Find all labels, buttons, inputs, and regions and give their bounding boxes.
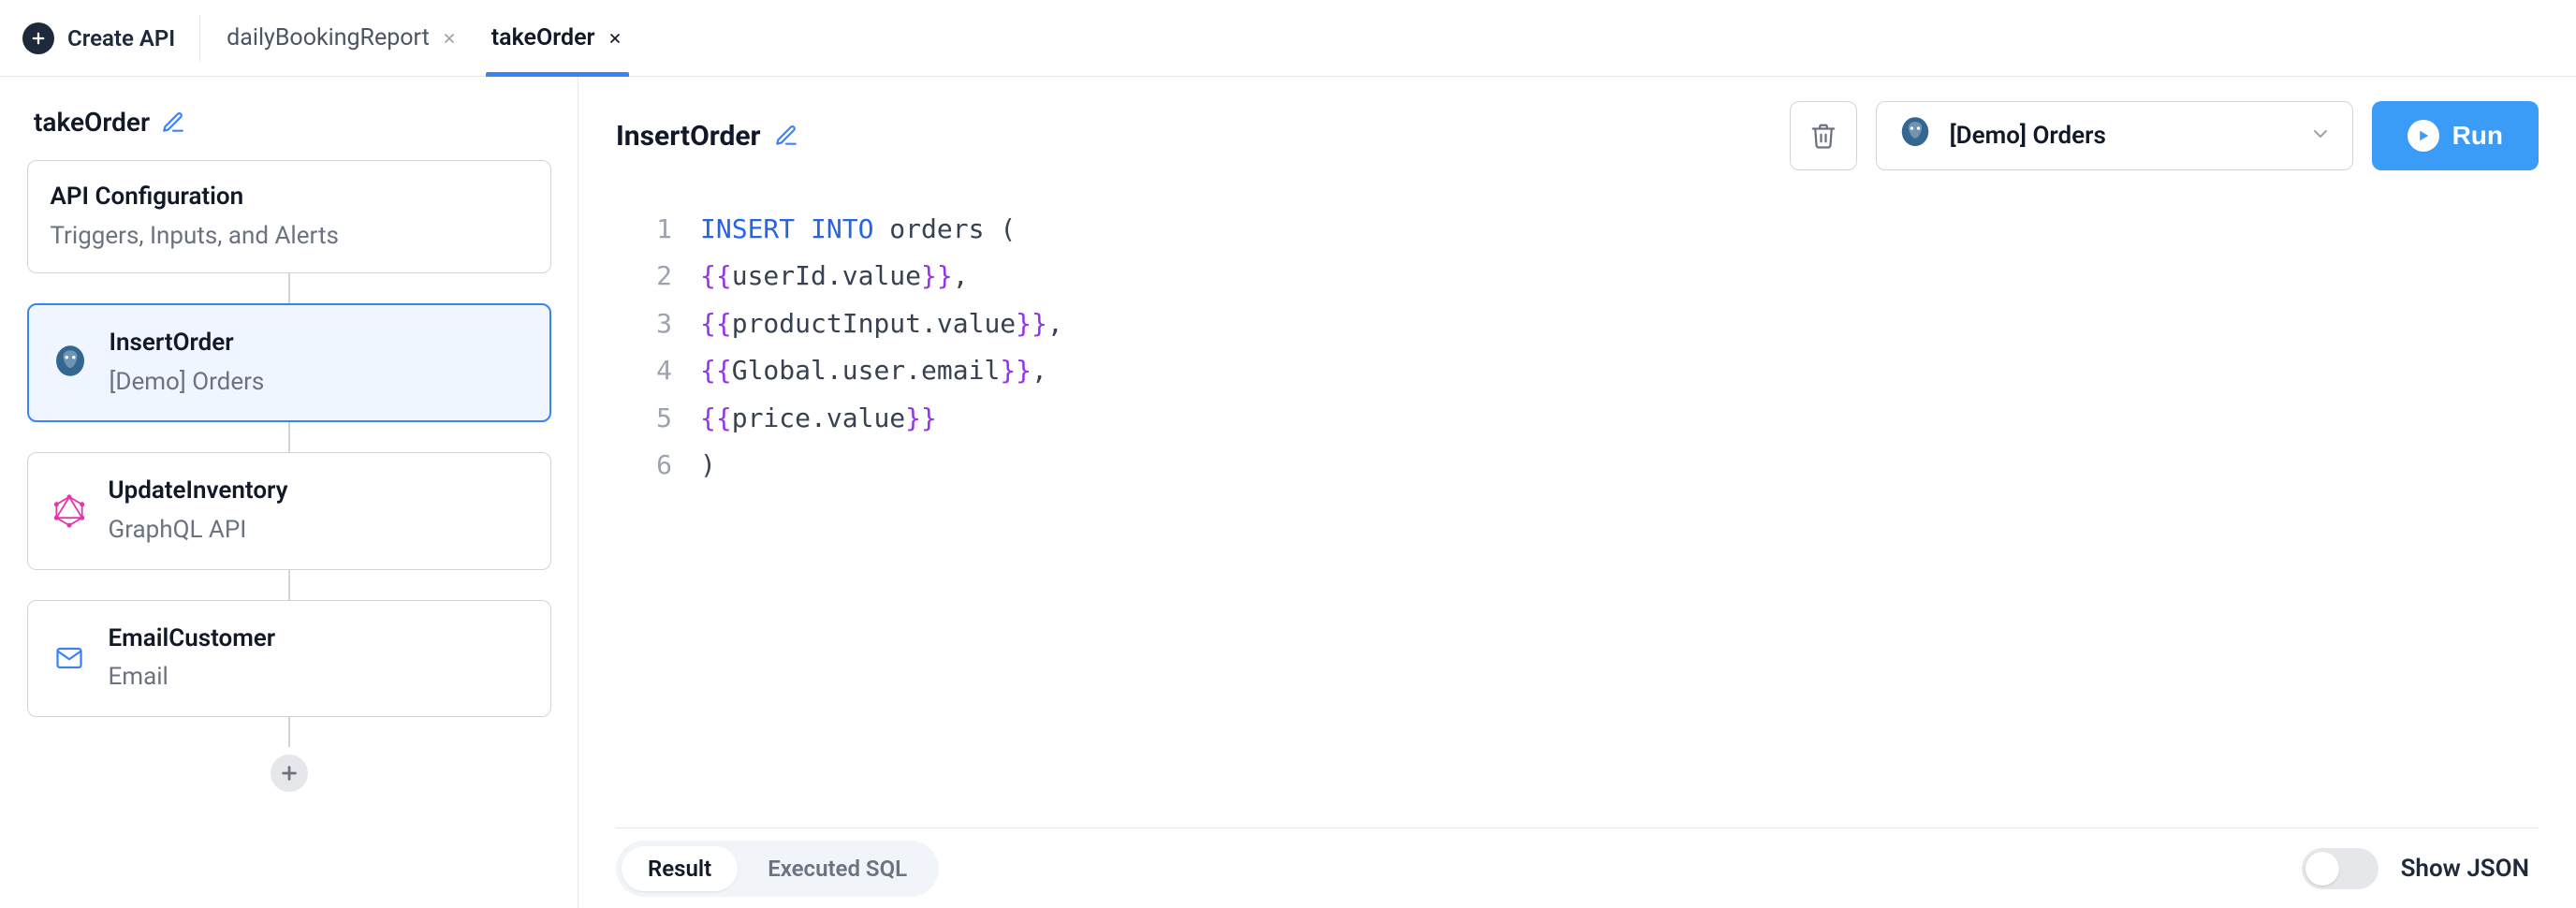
line-number: 3 — [616, 300, 700, 347]
code-editor[interactable]: 1INSERT INTO orders (2{{userId.value}},3… — [616, 189, 2539, 827]
create-api-label: Create API — [67, 25, 175, 51]
step-sub: Email — [109, 658, 276, 697]
step-sub: [Demo] Orders — [110, 363, 265, 403]
connector — [288, 570, 290, 600]
topbar: Create API dailyBookingReport takeOrder — [0, 0, 2576, 77]
line-number: 5 — [616, 395, 700, 442]
show-json-label: Show JSON — [2401, 855, 2529, 883]
step-header: InsertOrder [Demo] Orders — [616, 101, 2539, 170]
line-number: 6 — [616, 442, 700, 489]
plus-icon — [22, 22, 54, 54]
datasource-select[interactable]: [Demo] Orders — [1876, 101, 2353, 170]
api-config-node[interactable]: API Configuration Triggers, Inputs, and … — [27, 160, 551, 273]
close-icon[interactable] — [441, 30, 458, 47]
add-step-button[interactable] — [271, 754, 308, 792]
edit-icon[interactable] — [774, 124, 798, 148]
step-title: InsertOrder — [616, 120, 761, 153]
step-name: EmailCustomer — [109, 620, 276, 659]
code-line: 3{{productInput.value}}, — [616, 300, 2539, 347]
postgres-icon — [51, 344, 89, 382]
run-button[interactable]: Run — [2372, 101, 2539, 170]
step-emailcustomer[interactable]: EmailCustomer Email — [27, 600, 551, 717]
connector — [288, 273, 290, 303]
code-line: 1INSERT INTO orders ( — [616, 206, 2539, 253]
result-footer: Result Executed SQL Show JSON — [616, 827, 2539, 908]
node-sub: Triggers, Inputs, and Alerts — [51, 217, 528, 256]
datasource-label: [Demo] Orders — [1950, 122, 2106, 150]
main-panel: InsertOrder [Demo] Orders — [578, 77, 2576, 908]
graphql-icon — [51, 492, 88, 530]
tab-label: dailyBookingReport — [227, 24, 430, 51]
connector — [288, 422, 290, 452]
code-line: 5{{price.value}} — [616, 395, 2539, 442]
chevron-down-icon — [2309, 123, 2332, 149]
api-name-header: takeOrder — [28, 107, 549, 138]
show-json-toggle[interactable] — [2302, 848, 2378, 889]
create-api-button[interactable]: Create API — [22, 15, 200, 62]
node-title: API Configuration — [51, 178, 528, 217]
line-number: 2 — [616, 253, 700, 300]
code-line: 6) — [616, 442, 2539, 489]
api-name: takeOrder — [34, 107, 150, 138]
pill-executed-sql[interactable]: Executed SQL — [741, 846, 933, 891]
tab-label: takeOrder — [491, 24, 595, 51]
postgres-icon — [1897, 116, 1933, 155]
close-icon[interactable] — [607, 30, 623, 47]
step-insertorder[interactable]: InsertOrder [Demo] Orders — [27, 303, 551, 422]
step-updateinventory[interactable]: UpdateInventory GraphQL API — [27, 452, 551, 569]
line-number: 4 — [616, 347, 700, 394]
edit-icon[interactable] — [161, 110, 185, 135]
tab-takeorder[interactable]: takeOrder — [491, 0, 623, 76]
play-icon — [2408, 120, 2439, 152]
pill-result[interactable]: Result — [622, 846, 738, 891]
api-flow: API Configuration Triggers, Inputs, and … — [28, 160, 549, 792]
code-line: 4{{Global.user.email}}, — [616, 347, 2539, 394]
sidebar: takeOrder API Configuration Triggers, In… — [0, 77, 578, 908]
result-tabs: Result Executed SQL — [616, 841, 939, 897]
tab-dailybookingreport[interactable]: dailyBookingReport — [227, 0, 458, 76]
email-icon — [51, 639, 88, 677]
run-label: Run — [2452, 121, 2503, 151]
step-sub: GraphQL API — [109, 511, 288, 550]
step-name: InsertOrder — [110, 324, 265, 363]
code-line: 2{{userId.value}}, — [616, 253, 2539, 300]
line-number: 1 — [616, 206, 700, 253]
tabs: dailyBookingReport takeOrder — [227, 0, 622, 76]
connector — [288, 717, 290, 747]
step-name: UpdateInventory — [109, 472, 288, 511]
delete-button[interactable] — [1790, 101, 1857, 170]
